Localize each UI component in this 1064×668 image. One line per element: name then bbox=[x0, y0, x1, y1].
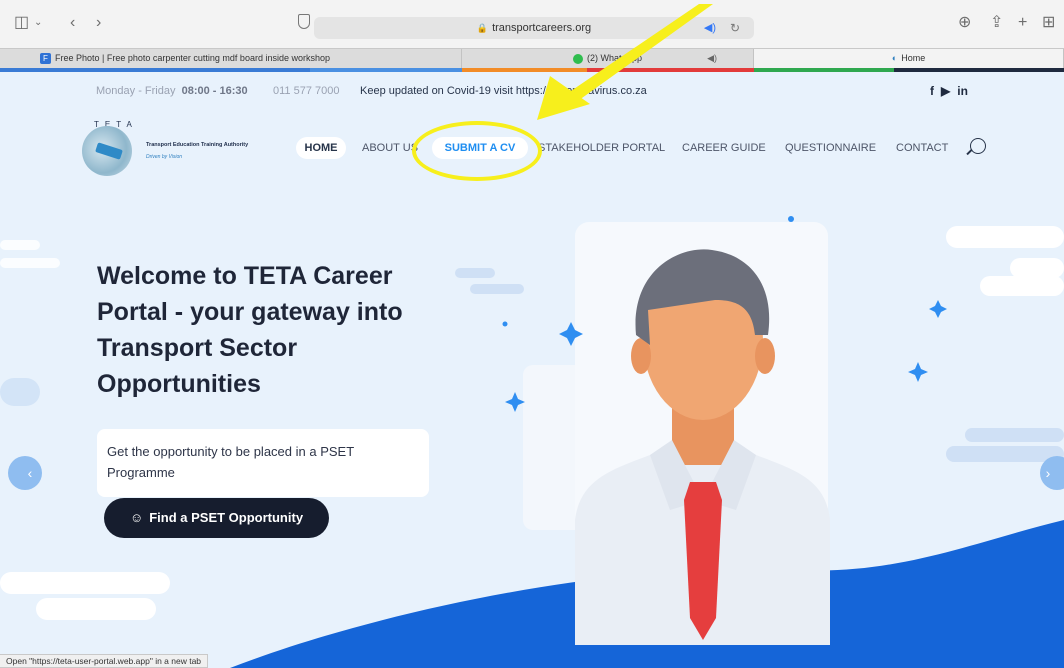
dot bbox=[788, 216, 794, 222]
annotation-arrow-head bbox=[537, 76, 590, 120]
ear-right bbox=[755, 338, 775, 374]
sparkle bbox=[505, 392, 525, 412]
find-pset-button[interactable]: ☺ Find a PSET Opportunity bbox=[104, 498, 329, 538]
annotation-highlight-circle bbox=[412, 121, 542, 181]
carousel-prev-button[interactable]: ‹ bbox=[8, 456, 42, 490]
chevron-left-icon: ‹ bbox=[27, 465, 33, 481]
annotation-arrow-shaft bbox=[565, 4, 713, 103]
chevron-right-icon: › bbox=[1045, 465, 1051, 481]
handshake-icon: ☺ bbox=[129, 510, 144, 525]
sparkle bbox=[929, 300, 947, 318]
hero-info-card: Get the opportunity to be placed in a PS… bbox=[97, 429, 429, 497]
find-pset-label: Find a PSET Opportunity bbox=[149, 510, 304, 525]
browser-status-bar: Open "https://teta-user-portal.web.app" … bbox=[0, 654, 209, 668]
dot bbox=[502, 321, 508, 327]
sparkle bbox=[908, 362, 928, 382]
hero-title: Welcome to TETA Career Portal - your gat… bbox=[97, 262, 403, 398]
hero-card-text: Get the opportunity to be placed in a PS… bbox=[107, 444, 354, 480]
